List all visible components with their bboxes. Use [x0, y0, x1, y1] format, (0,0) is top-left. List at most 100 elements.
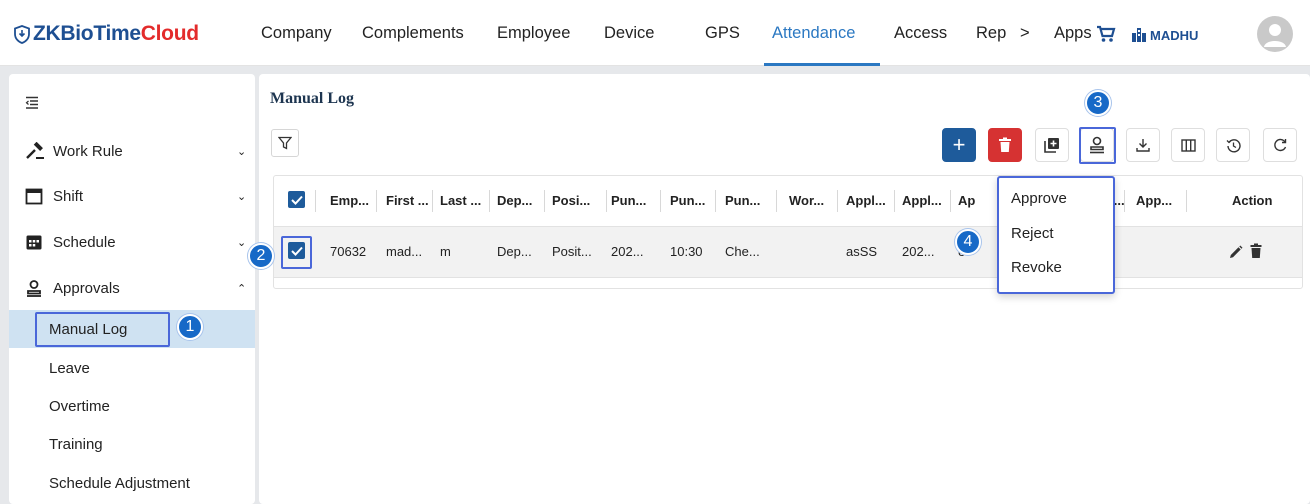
- sidebar-subitem-training[interactable]: Training: [9, 425, 255, 463]
- refresh-icon: [1274, 138, 1287, 152]
- sidebar-subitem-leave[interactable]: Leave: [9, 349, 255, 387]
- column-separator: [1186, 190, 1187, 212]
- trash-icon[interactable]: [1250, 243, 1262, 259]
- cell-apply-time: 202...: [902, 244, 935, 259]
- column-header[interactable]: Ap: [958, 193, 975, 208]
- logo-cloud: Cloud: [140, 22, 199, 45]
- edit-icon[interactable]: [1229, 245, 1243, 259]
- cart-icon[interactable]: [1096, 25, 1116, 43]
- columns-icon: [1180, 138, 1196, 152]
- column-header[interactable]: Last ...: [440, 193, 481, 208]
- table-header: Emp... First ... Last ... Dep... Posi...…: [274, 176, 1302, 227]
- column-separator: [837, 190, 838, 212]
- sidebar-collapse-icon[interactable]: [25, 96, 39, 110]
- column-header[interactable]: App...: [1136, 193, 1172, 208]
- nav-complements[interactable]: Complements: [362, 24, 464, 43]
- highlight-box-approval-button: [1079, 127, 1116, 164]
- top-navigation-bar: ZK BioTime Cloud Company Complements Emplo…: [0, 0, 1310, 66]
- step-badge-2: 2: [248, 243, 274, 269]
- column-header[interactable]: Emp...: [330, 193, 369, 208]
- gavel-icon: [26, 142, 44, 159]
- column-separator: [315, 190, 316, 212]
- menu-item-revoke[interactable]: Revoke: [1011, 259, 1062, 276]
- nav-attendance[interactable]: Attendance: [772, 24, 855, 43]
- download-icon: [1136, 139, 1150, 152]
- column-header[interactable]: Posi...: [552, 193, 590, 208]
- filter-icon: [278, 136, 292, 150]
- cell-emp-code: 70632: [330, 244, 367, 259]
- sidebar-item-label: Shift: [53, 187, 84, 205]
- column-separator: [376, 190, 377, 212]
- menu-item-reject[interactable]: Reject: [1011, 225, 1054, 242]
- step-badge-3: 3: [1085, 90, 1111, 116]
- approval-icon: [27, 280, 41, 297]
- column-separator: [894, 190, 895, 212]
- nav-more-chevron[interactable]: >: [1020, 24, 1030, 43]
- schedule-icon: [26, 235, 42, 250]
- nav-apps[interactable]: Apps: [1054, 24, 1092, 43]
- column-separator: [776, 190, 777, 212]
- main-content: Manual Log + 3 Emp... First ... Last ...…: [259, 74, 1310, 504]
- export-button[interactable]: [1126, 128, 1160, 162]
- column-header[interactable]: Pun...: [670, 193, 705, 208]
- cell-first-name: mad...: [386, 244, 423, 259]
- history-button[interactable]: [1216, 128, 1250, 162]
- nav-reports[interactable]: Rep: [976, 24, 1006, 43]
- shield-icon: [14, 24, 30, 44]
- menu-item-approve[interactable]: Approve: [1011, 190, 1067, 207]
- nav-device[interactable]: Device: [604, 24, 654, 43]
- sidebar-item-label: Schedule: [53, 233, 116, 251]
- column-header-action: Action: [1232, 193, 1273, 208]
- column-separator: [544, 190, 545, 212]
- cell-last-name: m: [440, 244, 451, 259]
- chevron-down-icon: ⌄: [237, 236, 247, 249]
- active-tab-indicator: [764, 63, 880, 66]
- check-icon: [290, 195, 303, 205]
- nav-gps[interactable]: GPS: [705, 24, 740, 43]
- column-header[interactable]: Dep...: [497, 193, 532, 208]
- column-header[interactable]: Pun...: [725, 193, 760, 208]
- column-header[interactable]: First ...: [386, 193, 429, 208]
- column-separator: [606, 190, 607, 212]
- nav-employee[interactable]: Employee: [497, 24, 570, 43]
- sidebar-item-schedule[interactable]: Schedule ⌄: [9, 222, 255, 262]
- add-button[interactable]: +: [942, 128, 976, 162]
- company-building-icon: [1132, 28, 1146, 42]
- delete-button[interactable]: [988, 128, 1022, 162]
- nav-company[interactable]: Company: [261, 24, 332, 43]
- cell-department: Dep...: [497, 244, 532, 259]
- cell-punch-date: 202...: [611, 244, 644, 259]
- refresh-button[interactable]: [1263, 128, 1297, 162]
- zkbiotime-cloud-logo[interactable]: ZK BioTime Cloud: [14, 22, 199, 46]
- cell-punch-state: Che...: [725, 244, 760, 259]
- filter-button[interactable]: [271, 129, 299, 157]
- column-separator: [715, 190, 716, 212]
- sidebar-item-shift[interactable]: Shift ⌄: [9, 176, 255, 216]
- nav-access[interactable]: Access: [894, 24, 947, 43]
- add-box-icon: [1044, 138, 1059, 153]
- column-header[interactable]: Appl...: [902, 193, 942, 208]
- column-header[interactable]: Pun...: [611, 193, 646, 208]
- page-title: Manual Log: [270, 90, 355, 107]
- select-all-checkbox[interactable]: [288, 191, 305, 208]
- cell-punch-time: 10:30: [670, 244, 703, 259]
- column-header[interactable]: Wor...: [789, 193, 824, 208]
- import-button[interactable]: [1035, 128, 1069, 162]
- chevron-down-icon: ⌄: [237, 190, 247, 203]
- sidebar: Work Rule ⌄ Shift ⌄ Schedule ⌄ Approvals…: [9, 74, 255, 504]
- approval-dropdown-menu: Approve Reject Revoke: [997, 176, 1115, 294]
- user-avatar[interactable]: [1257, 16, 1293, 52]
- highlight-box-row-checkbox: [281, 236, 312, 269]
- sidebar-item-work-rule[interactable]: Work Rule ⌄: [9, 131, 255, 171]
- company-name[interactable]: MADHU: [1150, 28, 1198, 43]
- sidebar-subitem-schedule-adjustment[interactable]: Schedule Adjustment: [9, 464, 255, 502]
- table-row[interactable]: 70632 mad... m Dep... Posit... 202... 10…: [274, 227, 1302, 278]
- step-badge-4: 4: [955, 229, 981, 255]
- column-header[interactable]: Appl...: [846, 193, 886, 208]
- columns-button[interactable]: [1171, 128, 1205, 162]
- sidebar-item-approvals[interactable]: Approvals ⌃: [9, 268, 255, 308]
- column-separator: [950, 190, 951, 212]
- step-badge-1: 1: [177, 314, 203, 340]
- sidebar-item-label: Approvals: [53, 279, 120, 297]
- sidebar-subitem-overtime[interactable]: Overtime: [9, 387, 255, 425]
